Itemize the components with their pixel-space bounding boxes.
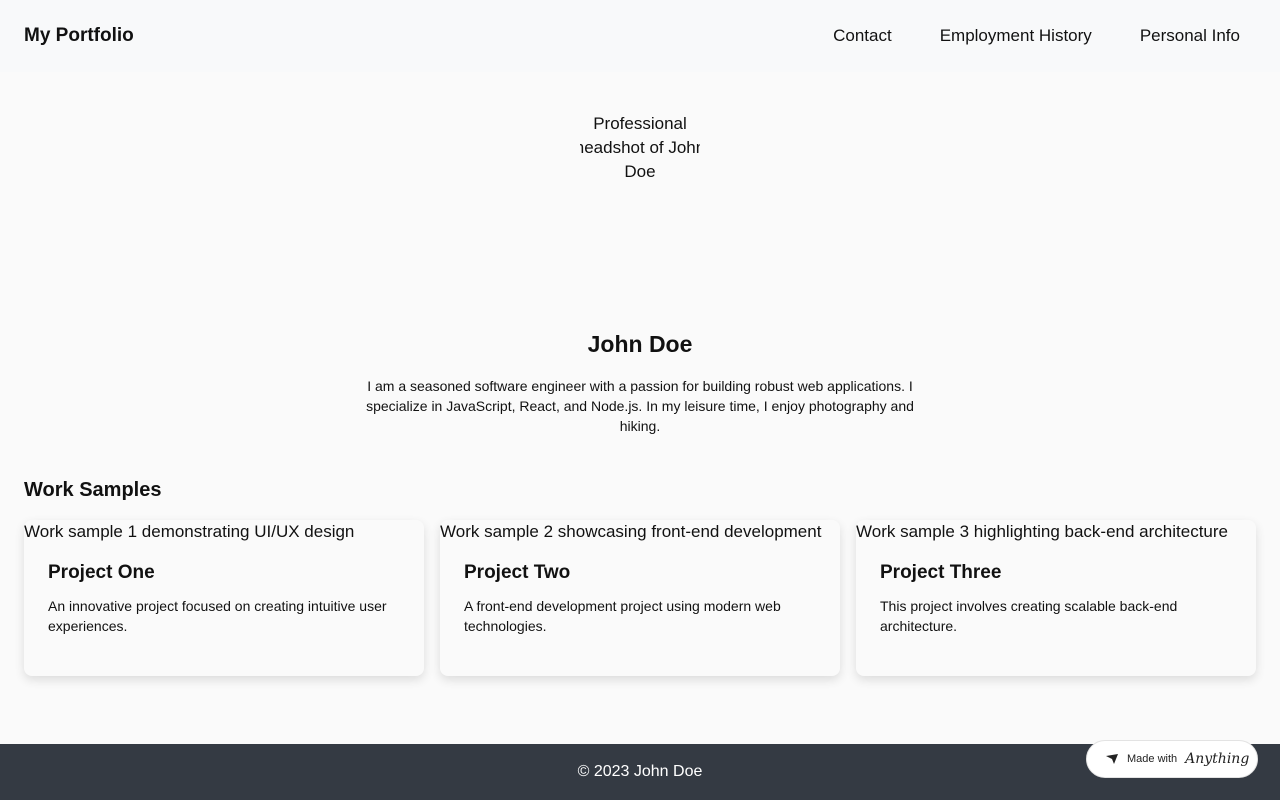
project-description: An innovative project focused on creatin… [48,598,387,634]
badge-prefix: Made with [1127,753,1178,765]
anything-logo-icon [1106,754,1118,764]
work-samples-title: Work Samples [24,479,162,501]
brand-title[interactable]: My Portfolio [24,24,134,48]
profile-name: John Doe [587,331,693,357]
profile-bio: I am a seasoned software engineer with a… [366,378,914,434]
main-nav: Contact Employment History Personal Info [833,24,1240,48]
avatar-alt-text: Professional headshot of John Doe [580,114,700,181]
project-title: Project One [48,562,155,583]
work-samples-grid: Work sample 1 demonstrating UI/UX design… [24,520,1256,676]
badge-brand: Anything [1185,751,1250,767]
made-with-badge[interactable]: Made with Anything [1086,740,1258,778]
project-description: A front-end development project using mo… [464,598,781,634]
footer-copyright: © 2023 John Doe [577,763,703,780]
nav-contact[interactable]: Contact [833,24,892,48]
project-card-two[interactable]: Work sample 2 showcasing front-end devel… [440,520,840,676]
nav-employment-history[interactable]: Employment History [940,24,1092,48]
project-image-three: Work sample 3 highlighting back-end arch… [856,522,1228,541]
project-image-one: Work sample 1 demonstrating UI/UX design [24,522,355,541]
project-card-one[interactable]: Work sample 1 demonstrating UI/UX design… [24,520,424,676]
site-header: My Portfolio Contact Employment History … [0,0,1280,72]
nav-personal-info[interactable]: Personal Info [1140,24,1240,48]
profile-avatar: Professional headshot of John Doe [580,112,700,288]
project-card-three[interactable]: Work sample 3 highlighting back-end arch… [856,520,1256,676]
project-title: Project Two [464,562,571,583]
project-description: This project involves creating scalable … [880,598,1178,634]
project-title: Project Three [880,562,1002,583]
project-image-two: Work sample 2 showcasing front-end devel… [440,522,822,541]
